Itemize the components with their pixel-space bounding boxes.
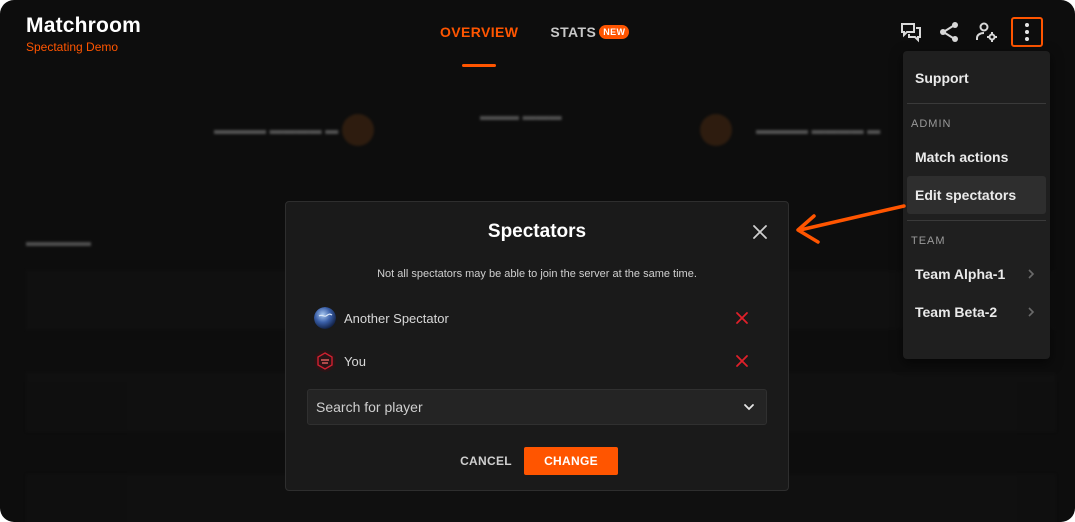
search-placeholder: Search for player <box>316 399 423 415</box>
remove-icon[interactable] <box>734 353 750 369</box>
more-menu: Support ADMIN Match actions Edit spectat… <box>903 51 1050 359</box>
dialog-title: Spectators <box>487 221 587 242</box>
app-window: ▬▬▬▬ ▬▬▬▬ ▬ ▬▬▬ ▬▬▬ ▬▬▬▬ ▬▬▬▬ ▬ ▬▬▬▬▬ Ma… <box>0 0 1075 522</box>
more-vertical-icon[interactable] <box>1011 17 1043 47</box>
menu-item-support[interactable]: Support <box>907 59 1046 97</box>
chevron-right-icon <box>1028 269 1035 279</box>
chevron-right-icon <box>1028 307 1035 317</box>
menu-divider <box>907 103 1046 104</box>
toolbar <box>897 17 1043 47</box>
share-icon[interactable] <box>935 18 963 46</box>
chevron-down-icon <box>744 404 754 411</box>
new-badge: NEW <box>599 25 630 39</box>
spectator-name: You <box>344 353 366 369</box>
menu-item-team-beta[interactable]: Team Beta-2 <box>907 293 1046 331</box>
dialog-note: Not all spectators may be able to join t… <box>377 268 697 280</box>
main-tabs: OVERVIEW STATS NEW <box>440 24 630 67</box>
cancel-button[interactable]: CANCEL <box>458 448 514 474</box>
menu-item-edit-spectators[interactable]: Edit spectators <box>907 176 1046 214</box>
player-search-select[interactable]: Search for player <box>307 389 767 425</box>
menu-header-admin: ADMIN <box>911 118 952 130</box>
brand: Matchroom Spectating Demo <box>26 14 141 54</box>
bg-team-left-logo <box>342 114 374 146</box>
tab-stats[interactable]: STATS NEW <box>550 24 630 40</box>
bg-team-right: ▬▬▬▬ ▬▬▬▬ ▬ <box>756 122 881 137</box>
remove-icon[interactable] <box>734 310 750 326</box>
menu-divider <box>907 220 1046 221</box>
bg-score: ▬▬▬ ▬▬▬ <box>480 108 562 123</box>
spectator-row: Another Spectator <box>314 306 754 330</box>
globe-avatar <box>314 307 336 329</box>
close-icon[interactable] <box>750 222 770 242</box>
app-subtitle: Spectating Demo <box>26 40 119 54</box>
bg-team-right-logo <box>700 114 732 146</box>
menu-item-match-actions[interactable]: Match actions <box>907 138 1046 176</box>
tab-overview[interactable]: OVERVIEW <box>440 24 518 67</box>
spectator-row: You <box>314 349 754 373</box>
spectators-dialog: Spectators Not all spectators may be abl… <box>285 201 789 491</box>
menu-item-team-alpha[interactable]: Team Alpha-1 <box>907 255 1046 293</box>
menu-header-team: TEAM <box>911 235 946 247</box>
spectator-name: Another Spectator <box>344 310 449 326</box>
change-button[interactable]: CHANGE <box>524 447 618 475</box>
admin-settings-icon[interactable] <box>973 18 1001 46</box>
bg-players-label: ▬▬▬▬▬ <box>26 234 91 249</box>
annotation-arrow-icon <box>796 204 906 244</box>
bg-team-left: ▬▬▬▬ ▬▬▬▬ ▬ <box>214 122 339 137</box>
app-title: Matchroom <box>26 14 141 37</box>
shield-avatar <box>314 350 336 372</box>
chat-icon[interactable] <box>897 18 925 46</box>
